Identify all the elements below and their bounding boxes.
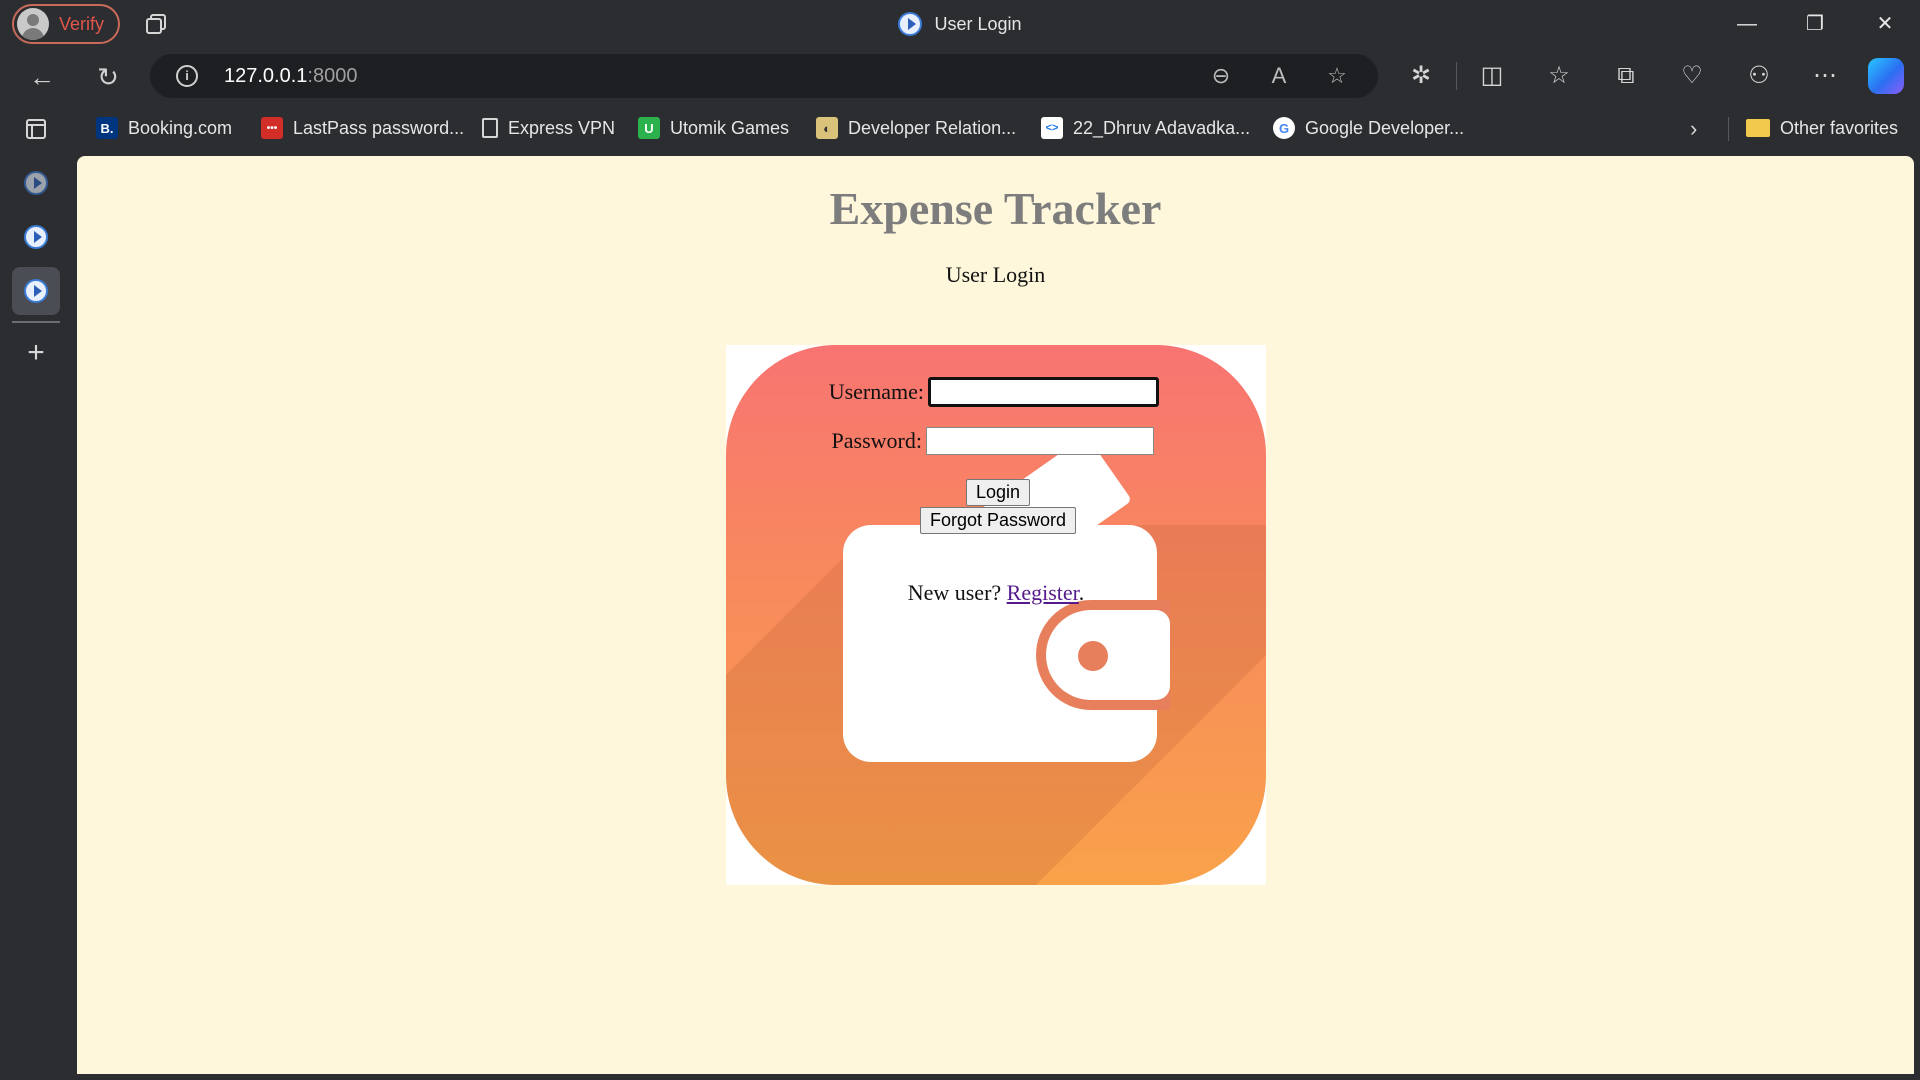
read-aloud-icon[interactable]: A xyxy=(1265,64,1293,88)
workspaces-share-icon[interactable]: ⚇ xyxy=(1743,60,1775,92)
close-window-button[interactable]: ✕ xyxy=(1862,8,1908,40)
collections-icon[interactable]: ⧉ xyxy=(1610,60,1642,92)
url-text[interactable]: 127.0.0.1:8000 xyxy=(224,65,357,88)
utomik-icon: U xyxy=(638,117,660,139)
lastpass-icon: ••• xyxy=(261,117,283,139)
password-label: Password: xyxy=(831,428,922,453)
password-input[interactable] xyxy=(926,427,1154,455)
username-label: Username: xyxy=(828,379,924,404)
restore-button[interactable]: ❐ xyxy=(1792,8,1838,40)
favorites-icon[interactable]: ☆ xyxy=(1543,60,1575,92)
minimize-button[interactable]: — xyxy=(1724,8,1770,40)
tab-title: User Login xyxy=(934,13,1022,34)
play-icon xyxy=(24,171,48,195)
favorite-lastpass[interactable]: ••• LastPass password... xyxy=(261,116,464,140)
chevron-right-icon[interactable]: › xyxy=(1690,116,1697,142)
booking-icon: B. xyxy=(96,117,118,139)
login-card: Username: Password: Login Forgot Passwor… xyxy=(726,345,1266,885)
back-button[interactable]: ← xyxy=(24,59,60,95)
site-favicon-play-icon xyxy=(898,12,923,36)
favorites-divider xyxy=(1728,117,1729,141)
refresh-button[interactable]: ↻ xyxy=(90,59,126,95)
extensions-icon[interactable]: ✲ xyxy=(1405,60,1437,92)
favorite-google-developer[interactable]: G Google Developer... xyxy=(1273,116,1464,140)
active-tab[interactable]: User Login xyxy=(0,12,1920,36)
play-icon xyxy=(24,225,48,249)
favorite-booking[interactable]: B. Booking.com xyxy=(96,116,232,140)
vertical-tabs-sidebar: + xyxy=(0,103,72,1080)
toolbar-divider xyxy=(1456,62,1457,90)
folder-icon xyxy=(1746,119,1770,137)
browser-essentials-icon[interactable]: ♡ xyxy=(1676,60,1708,92)
window-bottom-edge xyxy=(0,1074,1920,1080)
other-favorites[interactable]: Other favorites xyxy=(1746,116,1898,140)
favorite-utomik[interactable]: U Utomik Games xyxy=(638,116,789,140)
username-row: Username: xyxy=(726,377,1266,407)
page-icon xyxy=(482,118,498,138)
web-page: Expense Tracker User Login Username: Pas… xyxy=(77,156,1914,1074)
devrel-icon: ◐ xyxy=(816,117,838,139)
new-tab-plus-icon[interactable]: + xyxy=(12,329,60,377)
code-icon: <> xyxy=(1041,117,1063,139)
address-bar[interactable]: i 127.0.0.1:8000 ⊖ A ☆ xyxy=(150,54,1378,98)
username-input[interactable] xyxy=(928,377,1159,407)
login-form: Username: Password: Login Forgot Passwor… xyxy=(726,345,1266,885)
play-icon xyxy=(24,279,48,303)
favorites-bar: B. Booking.com ••• LastPass password... … xyxy=(0,103,1920,153)
site-info-icon[interactable]: i xyxy=(176,65,198,87)
sidebar-tab-1[interactable] xyxy=(12,159,60,207)
password-row: Password: xyxy=(726,427,1266,455)
page-subtitle: User Login xyxy=(945,262,1046,287)
favorite-dhruv[interactable]: <> 22_Dhruv Adavadka... xyxy=(1041,116,1250,140)
sidebar-tab-active[interactable] xyxy=(12,267,60,315)
favorite-star-icon[interactable]: ☆ xyxy=(1323,64,1351,88)
new-user-text: New user? Register. xyxy=(907,580,1085,605)
register-link[interactable]: Register xyxy=(1007,580,1079,605)
zoom-out-icon[interactable]: ⊖ xyxy=(1207,64,1235,88)
sidebar-divider xyxy=(12,321,60,323)
forgot-password-button[interactable]: Forgot Password xyxy=(920,507,1076,534)
more-menu-icon[interactable]: ⋯ xyxy=(1809,60,1841,92)
copilot-icon[interactable] xyxy=(1868,58,1904,94)
favorite-express-vpn[interactable]: Express VPN xyxy=(482,116,615,140)
split-screen-icon[interactable]: ◫ xyxy=(1476,60,1508,92)
page-title: Expense Tracker xyxy=(829,183,1162,234)
tab-actions-icon[interactable] xyxy=(12,105,60,153)
login-button[interactable]: Login xyxy=(966,479,1030,506)
browser-title-bar: Verify User Login — ❐ ✕ xyxy=(0,0,1920,49)
sidebar-tab-2[interactable] xyxy=(12,213,60,261)
google-icon: G xyxy=(1273,117,1295,139)
favorite-devrel[interactable]: ◐ Developer Relation... xyxy=(816,116,1016,140)
